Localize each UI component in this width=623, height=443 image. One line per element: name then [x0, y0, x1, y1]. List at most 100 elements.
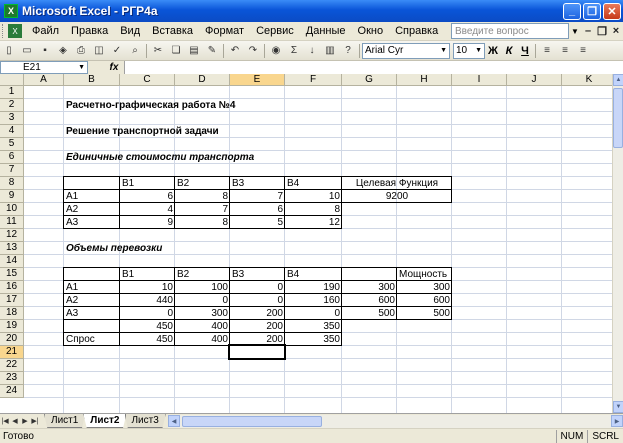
chevron-down-icon[interactable]: ▼ — [569, 27, 581, 36]
menu-data[interactable]: Данные — [300, 25, 352, 37]
format-painter-icon[interactable]: ✎ — [204, 43, 220, 59]
help-icon[interactable]: ? — [340, 43, 356, 59]
column-header-G[interactable]: G — [342, 74, 397, 86]
redo-icon[interactable]: ↷ — [245, 43, 261, 59]
cell-B13[interactable]: Объемы перевозки — [64, 242, 164, 255]
spreadsheet-grid[interactable]: ABCDEFGHIJKL1234567891011121314151617181… — [0, 74, 612, 413]
active-cell-cursor[interactable] — [228, 344, 286, 360]
chevron-down-icon[interactable]: ▼ — [473, 47, 482, 54]
scroll-left-icon[interactable]: ◀ — [168, 415, 180, 427]
menu-insert[interactable]: Вставка — [146, 25, 199, 37]
new-icon[interactable]: ▯ — [1, 43, 17, 59]
chevron-down-icon[interactable]: ▼ — [76, 64, 87, 71]
underline-button[interactable]: Ч — [517, 43, 533, 59]
vertical-scroll-thumb[interactable] — [613, 88, 623, 148]
print-icon[interactable]: ⎙ — [73, 43, 89, 59]
row-header-19[interactable]: 19 — [0, 320, 24, 333]
row-header-18[interactable]: 18 — [0, 307, 24, 320]
row-header-5[interactable]: 5 — [0, 138, 24, 151]
menubar-grip[interactable] — [2, 24, 5, 38]
cell-B6[interactable]: Единичные стоимости транспорта — [64, 151, 256, 164]
spelling-icon[interactable]: ✓ — [109, 43, 125, 59]
row-header-8[interactable]: 8 — [0, 177, 24, 190]
row-header-15[interactable]: 15 — [0, 268, 24, 281]
column-header-B[interactable]: B — [64, 74, 120, 86]
maximize-button[interactable]: ❐ — [583, 2, 601, 20]
row-header-20[interactable]: 20 — [0, 333, 24, 346]
chart-wizard-icon[interactable]: ▥ — [322, 43, 338, 59]
scroll-right-icon[interactable]: ▶ — [611, 415, 623, 427]
row-header-14[interactable]: 14 — [0, 255, 24, 268]
permission-icon[interactable]: ◈ — [55, 43, 71, 59]
bold-button[interactable]: Ж — [485, 43, 501, 59]
align-right-icon[interactable]: ≡ — [575, 43, 591, 59]
column-header-A[interactable]: A — [24, 74, 64, 86]
minimize-button[interactable]: _ — [563, 2, 581, 20]
column-header-D[interactable]: D — [175, 74, 230, 86]
cell-B2[interactable]: Расчетно-графическая работа №4 — [64, 99, 237, 112]
hyperlink-icon[interactable]: ◉ — [268, 43, 284, 59]
prev-sheet-icon[interactable]: ◀ — [10, 417, 20, 425]
italic-button[interactable]: К — [501, 43, 517, 59]
undo-icon[interactable]: ↶ — [227, 43, 243, 59]
select-all-corner[interactable] — [0, 74, 24, 86]
name-box[interactable]: E21 ▼ — [0, 61, 88, 74]
row-header-17[interactable]: 17 — [0, 294, 24, 307]
menu-format[interactable]: Формат — [199, 25, 250, 37]
row-header-21[interactable]: 21 — [0, 346, 24, 359]
row-header-11[interactable]: 11 — [0, 216, 24, 229]
horizontal-scroll-thumb[interactable] — [182, 415, 322, 427]
row-header-6[interactable]: 6 — [0, 151, 24, 164]
autosum-icon[interactable]: Σ — [286, 43, 302, 59]
vertical-scrollbar[interactable]: ▲ ▼ — [612, 74, 623, 413]
scroll-down-icon[interactable]: ▼ — [613, 401, 623, 413]
menu-help[interactable]: Справка — [389, 25, 444, 37]
align-left-icon[interactable]: ≡ — [539, 43, 555, 59]
column-header-E[interactable]: E — [230, 74, 285, 86]
save-icon[interactable]: ▪ — [37, 43, 53, 59]
workbook-icon[interactable]: X — [8, 24, 22, 38]
row-header-4[interactable]: 4 — [0, 125, 24, 138]
next-sheet-icon[interactable]: ▶ — [20, 417, 30, 425]
cut-icon[interactable]: ✂ — [150, 43, 166, 59]
cell-B4[interactable]: Решение транспортной задачи — [64, 125, 221, 138]
doc-close-button[interactable]: × — [609, 25, 623, 37]
row-header-12[interactable]: 12 — [0, 229, 24, 242]
first-sheet-icon[interactable]: |◀ — [0, 417, 10, 425]
doc-restore-button[interactable]: ❐ — [595, 25, 609, 38]
close-button[interactable]: ✕ — [603, 2, 621, 20]
formula-input[interactable] — [124, 61, 623, 74]
row-header-9[interactable]: 9 — [0, 190, 24, 203]
row-header-24[interactable]: 24 — [0, 385, 24, 398]
menu-edit[interactable]: Правка — [65, 25, 114, 37]
menu-file[interactable]: Файл — [26, 25, 65, 37]
column-header-I[interactable]: I — [452, 74, 507, 86]
scroll-up-icon[interactable]: ▲ — [613, 74, 623, 86]
column-header-K[interactable]: K — [562, 74, 612, 86]
menu-tools[interactable]: Сервис — [250, 25, 300, 37]
ask-question-input[interactable]: Введите вопрос — [451, 23, 569, 39]
row-header-2[interactable]: 2 — [0, 99, 24, 112]
copy-icon[interactable]: ❏ — [168, 43, 184, 59]
row-header-10[interactable]: 10 — [0, 203, 24, 216]
last-sheet-icon[interactable]: ▶| — [30, 417, 40, 425]
research-icon[interactable]: ⌕ — [127, 43, 143, 59]
font-name-select[interactable]: Arial Cyr ▼ — [362, 42, 450, 59]
row-header-22[interactable]: 22 — [0, 359, 24, 372]
sheet-tab-2[interactable]: Лист2 — [83, 414, 127, 428]
column-header-F[interactable]: F — [285, 74, 342, 86]
open-icon[interactable]: ▭ — [19, 43, 35, 59]
chevron-down-icon[interactable]: ▼ — [438, 47, 447, 54]
sheet-tab-1[interactable]: Лист1 — [44, 414, 86, 428]
menu-view[interactable]: Вид — [114, 25, 146, 37]
row-header-3[interactable]: 3 — [0, 112, 24, 125]
menu-window[interactable]: Окно — [352, 25, 390, 37]
row-header-23[interactable]: 23 — [0, 372, 24, 385]
row-header-13[interactable]: 13 — [0, 242, 24, 255]
row-header-1[interactable]: 1 — [0, 86, 24, 99]
horizontal-scrollbar[interactable]: ◀ ▶ — [168, 414, 623, 428]
row-header-7[interactable]: 7 — [0, 164, 24, 177]
column-header-H[interactable]: H — [397, 74, 452, 86]
sort-ascending-icon[interactable]: ↓ — [304, 43, 320, 59]
font-size-select[interactable]: 10 ▼ — [453, 42, 485, 59]
